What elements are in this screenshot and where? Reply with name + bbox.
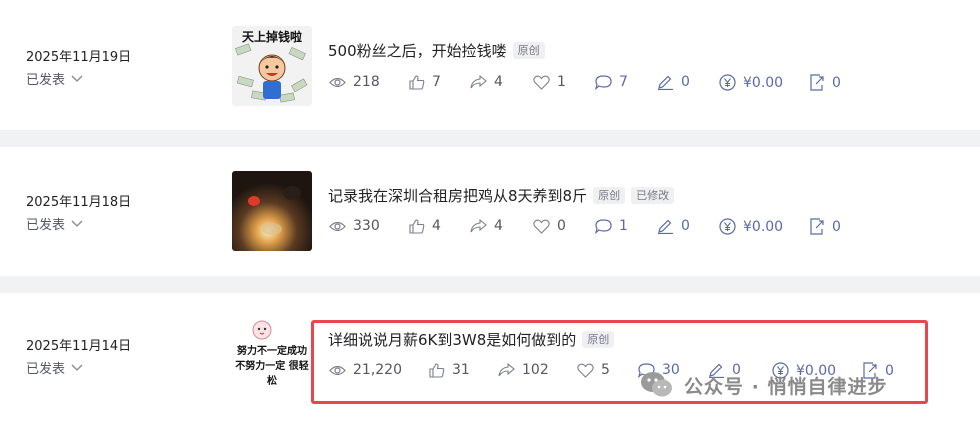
likes-stat: 31 xyxy=(429,362,470,378)
article-thumbnail[interactable]: 天上掉钱啦 xyxy=(232,26,312,106)
exports-stat: 0 xyxy=(809,74,841,91)
chevron-down-icon xyxy=(71,220,83,227)
eye-icon xyxy=(329,365,346,375)
article-row: 2025年11月19日 已发表 天上掉钱啦 500粉丝之后，开始捡钱喽 原创 2… xyxy=(0,0,980,130)
share-arrow-icon xyxy=(470,75,487,89)
thumbs-up-icon xyxy=(409,74,425,90)
article-thumbnail[interactable]: 努力不一定成功 不努力一定 很轻松 xyxy=(232,316,312,396)
chevron-down-icon xyxy=(71,75,83,82)
yuan-icon xyxy=(719,218,736,235)
shares-count: 4 xyxy=(494,218,503,234)
earnings-stat: ¥0.00 xyxy=(719,218,783,235)
earnings-amount: ¥0.00 xyxy=(743,74,784,91)
views-count: 330 xyxy=(353,218,380,234)
article-row: 2025年11月18日 已发表 记录我在深圳合租房把鸡从8天养到8斤 原创 已修… xyxy=(0,147,980,276)
shares-count: 4 xyxy=(494,74,503,90)
export-icon xyxy=(810,218,824,235)
views-stat: 330 xyxy=(329,218,380,234)
favorites-stat: 1 xyxy=(533,74,566,90)
shares-stat: 102 xyxy=(498,362,549,378)
exports-stat: 0 xyxy=(809,218,841,235)
status-label: 已发表 xyxy=(26,362,66,377)
shares-count: 102 xyxy=(522,362,549,378)
edits-stat: 0 xyxy=(657,218,690,234)
comment-icon xyxy=(595,74,612,90)
pen-icon xyxy=(658,75,673,90)
edits-count: 0 xyxy=(681,74,690,90)
original-tag: 原创 xyxy=(512,42,545,59)
article-title[interactable]: 记录我在深圳合租房把鸡从8天养到8斤 xyxy=(328,185,587,206)
views-count: 21,220 xyxy=(353,362,402,378)
thumbnail-caption: 努力不一定成功 不努力一定 很轻松 xyxy=(235,346,309,387)
favorites-stat: 0 xyxy=(533,218,566,234)
comments-stat: 1 xyxy=(595,218,628,234)
likes-stat: 7 xyxy=(409,74,441,90)
yuan-icon xyxy=(719,74,736,91)
views-stat: 218 xyxy=(329,74,380,90)
earnings-amount: ¥0.00 xyxy=(743,218,784,235)
heart-icon xyxy=(577,363,594,378)
shares-stat: 4 xyxy=(470,218,503,234)
likes-count: 31 xyxy=(452,362,470,378)
likes-stat: 4 xyxy=(409,218,441,234)
status-dropdown[interactable]: 已发表 xyxy=(26,69,83,88)
share-arrow-icon xyxy=(498,363,515,377)
modified-tag: 已修改 xyxy=(631,187,675,204)
likes-count: 7 xyxy=(432,74,441,90)
article-row: 2025年11月14日 已发表 努力不一定成功 不努力一定 很轻松 详细说说月薪… xyxy=(0,293,980,425)
edits-stat: 0 xyxy=(657,74,690,90)
comments-count: 1 xyxy=(619,218,628,234)
status-dropdown[interactable]: 已发表 xyxy=(26,358,83,377)
pen-icon xyxy=(658,219,673,234)
watermark-text: 公众号 · 悄悄自律进步 xyxy=(684,375,888,398)
article-date: 2025年11月19日 xyxy=(26,50,132,65)
favorites-count: 1 xyxy=(557,74,566,90)
export-icon xyxy=(810,74,824,91)
article-title-row: 记录我在深圳合租房把鸡从8天养到8斤 原创 已修改 xyxy=(328,185,675,206)
wechat-icon xyxy=(641,372,672,397)
views-count: 218 xyxy=(353,74,380,90)
article-title-row: 详细说说月薪6K到3W8是如何做到的 原创 xyxy=(328,329,615,350)
likes-count: 4 xyxy=(432,218,441,234)
article-title-row: 500粉丝之后，开始捡钱喽 原创 xyxy=(328,40,545,61)
favorites-count: 5 xyxy=(601,362,610,378)
favorites-stat: 5 xyxy=(577,362,610,378)
thumbs-up-icon xyxy=(409,218,425,234)
thumbnail-caption: 天上掉钱啦 xyxy=(241,30,302,44)
original-tag: 原创 xyxy=(582,331,615,348)
watermark: 公众号 · 悄悄自律进步 xyxy=(640,371,887,399)
article-thumbnail[interactable] xyxy=(232,171,312,251)
heart-icon xyxy=(533,75,550,90)
share-arrow-icon xyxy=(470,219,487,233)
article-title[interactable]: 详细说说月薪6K到3W8是如何做到的 xyxy=(328,329,576,350)
heart-icon xyxy=(533,219,550,234)
article-date: 2025年11月18日 xyxy=(26,195,132,210)
status-label: 已发表 xyxy=(26,218,66,233)
chevron-down-icon xyxy=(71,364,83,371)
eye-icon xyxy=(329,221,346,231)
shares-stat: 4 xyxy=(470,74,503,90)
article-date: 2025年11月14日 xyxy=(26,339,132,354)
favorites-count: 0 xyxy=(557,218,566,234)
status-dropdown[interactable]: 已发表 xyxy=(26,214,83,233)
article-title[interactable]: 500粉丝之后，开始捡钱喽 xyxy=(328,40,507,61)
views-stat: 21,220 xyxy=(329,362,402,378)
exports-count: 0 xyxy=(832,218,841,235)
status-label: 已发表 xyxy=(26,73,66,88)
eye-icon xyxy=(329,77,346,87)
comments-stat: 7 xyxy=(595,74,628,90)
earnings-stat: ¥0.00 xyxy=(719,74,783,91)
exports-count: 0 xyxy=(832,74,841,91)
thumbs-up-icon xyxy=(429,362,445,378)
comment-icon xyxy=(595,218,612,234)
edits-count: 0 xyxy=(681,218,690,234)
original-tag: 原创 xyxy=(593,187,626,204)
comments-count: 7 xyxy=(619,74,628,90)
